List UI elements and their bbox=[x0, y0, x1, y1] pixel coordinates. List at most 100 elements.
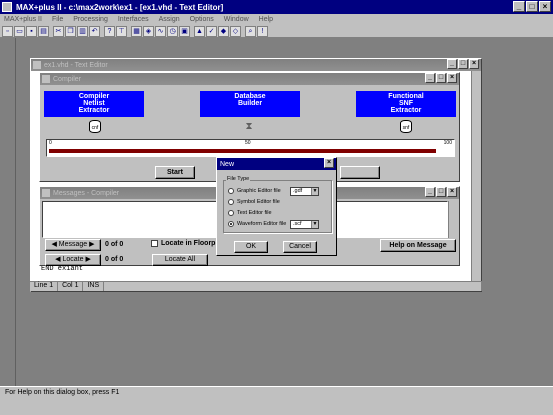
menu-assign[interactable]: Assign bbox=[159, 16, 180, 23]
message-count: 0 of 0 bbox=[105, 241, 124, 248]
editor-minimize-button[interactable]: _ bbox=[447, 59, 457, 69]
floorplan-icon[interactable]: ▦ bbox=[131, 25, 142, 37]
status-bar: For Help on this dialog box, press F1 bbox=[0, 386, 553, 415]
start-button[interactable]: Start bbox=[155, 166, 195, 179]
cnf-file-icon: cnf bbox=[89, 120, 101, 133]
compiler-window-icon[interactable] bbox=[42, 75, 50, 83]
locate-all-button[interactable]: Locate All bbox=[152, 254, 208, 266]
text-editor-radio[interactable] bbox=[228, 210, 234, 216]
toolbar: ▫ ▭ ▪ ▤ ✂ ❐ ▥ ↶ ? ⊤ ▦ ◈ ∿ ◷ ▣ ▲ ✓ ◆ ◇ ⌕ … bbox=[0, 25, 553, 38]
locate-in-floorplan-checkbox[interactable] bbox=[151, 240, 158, 247]
messages-minimize-button[interactable]: _ bbox=[425, 187, 435, 197]
new-icon[interactable]: ▫ bbox=[2, 25, 13, 37]
app-title-bar: MAX+plus II - c:\max2work\ex1 - [ex1.vhd… bbox=[0, 0, 553, 14]
messages-close-button[interactable]: × bbox=[447, 187, 457, 197]
waveform-editor-radio[interactable] bbox=[228, 221, 234, 227]
status-text: For Help on this dialog box, press F1 bbox=[5, 389, 120, 396]
menu-options[interactable]: Options bbox=[190, 16, 214, 23]
progress-min-label: 0 bbox=[49, 140, 52, 146]
col-indicator: Col 1 bbox=[58, 282, 84, 291]
line-indicator: Line 1 bbox=[30, 282, 59, 291]
menu-window[interactable]: Window bbox=[224, 16, 249, 23]
simulator-icon[interactable]: ∿ bbox=[155, 25, 166, 37]
save-compile-icon[interactable]: ◆ bbox=[218, 25, 229, 37]
locate-count: 0 of 0 bbox=[105, 256, 124, 263]
help-icon[interactable]: ? bbox=[104, 25, 115, 37]
left-pane bbox=[0, 38, 16, 386]
new-dialog-title: New bbox=[220, 160, 235, 168]
editor-horizontal-scrollbar[interactable] bbox=[104, 282, 482, 291]
project-icon[interactable]: ▲ bbox=[194, 25, 205, 37]
menu-interfaces[interactable]: Interfaces bbox=[118, 16, 149, 23]
ok-button[interactable]: OK bbox=[234, 241, 268, 253]
dialog-close-button[interactable]: × bbox=[324, 158, 334, 168]
waveform-ext-select[interactable]: .scf ▼ bbox=[290, 220, 319, 229]
warning-icon[interactable]: ! bbox=[257, 25, 268, 37]
save-simulate-icon[interactable]: ◇ bbox=[230, 25, 241, 37]
graphic-editor-radio[interactable] bbox=[228, 188, 234, 194]
text-editor-title: ex1.vhd - Text Editor bbox=[44, 61, 108, 69]
help-on-message-button[interactable]: Help on Message bbox=[380, 239, 456, 252]
text-editor-title-bar: ex1.vhd - Text Editor _ □ × bbox=[31, 59, 481, 71]
locate-nav-button[interactable]: ◀ Locate ▶ bbox=[45, 254, 101, 266]
cancel-button[interactable]: Cancel bbox=[283, 241, 317, 253]
save-icon[interactable]: ▪ bbox=[26, 25, 37, 37]
close-button[interactable]: × bbox=[539, 1, 551, 12]
timing-icon[interactable]: ◷ bbox=[167, 25, 178, 37]
insert-mode-indicator: INS bbox=[83, 282, 105, 291]
progress-max-label: 100 bbox=[443, 140, 452, 146]
hierarchy-icon[interactable]: ⊤ bbox=[116, 25, 127, 37]
menu-bar: MAX+plus II File Processing Interfaces A… bbox=[0, 14, 553, 25]
messages-title: Messages - Compiler bbox=[53, 189, 120, 197]
undo-icon[interactable]: ↶ bbox=[89, 25, 100, 37]
paste-icon[interactable]: ▥ bbox=[77, 25, 88, 37]
save-check-icon[interactable]: ✓ bbox=[206, 25, 217, 37]
find-icon[interactable]: ⌕ bbox=[245, 25, 256, 37]
editor-text[interactable]: END ex1ant bbox=[41, 265, 83, 273]
programmer-icon[interactable]: ▣ bbox=[179, 25, 190, 37]
symbol-editor-radio[interactable] bbox=[228, 199, 234, 205]
progress-fill bbox=[49, 149, 436, 153]
compiler-icon[interactable]: ◈ bbox=[143, 25, 154, 37]
snf-file-icon: snf bbox=[400, 120, 412, 133]
compiler-close-button[interactable]: × bbox=[447, 73, 457, 83]
symbol-editor-option[interactable]: Symbol Editor file bbox=[228, 199, 280, 205]
text-editor-option[interactable]: Text Editor file bbox=[228, 210, 272, 216]
editor-status-bar: Line 1 Col 1 INS bbox=[30, 281, 482, 291]
menu-processing[interactable]: Processing bbox=[73, 16, 108, 23]
text-editor-icon[interactable] bbox=[33, 61, 41, 69]
editor-close-button[interactable]: × bbox=[469, 59, 479, 69]
messages-maximize-button[interactable]: □ bbox=[436, 187, 446, 197]
app-window-controls: _ □ × bbox=[513, 1, 551, 12]
cut-icon[interactable]: ✂ bbox=[53, 25, 64, 37]
messages-controls: _ □ × bbox=[425, 187, 457, 197]
compiler-maximize-button[interactable]: □ bbox=[436, 73, 446, 83]
copy-icon[interactable]: ❐ bbox=[65, 25, 76, 37]
editor-vertical-scrollbar[interactable] bbox=[471, 71, 481, 281]
locate-in-floorplan-option[interactable]: Locate in Floorplan bbox=[151, 240, 226, 247]
messages-window-icon[interactable] bbox=[42, 189, 50, 197]
compiler-title-bar: Compiler _ □ × bbox=[40, 73, 459, 85]
messages-scrollbar[interactable] bbox=[448, 201, 459, 238]
maximize-button[interactable]: □ bbox=[526, 1, 538, 12]
menu-help[interactable]: Help bbox=[259, 16, 273, 23]
compile-progress-bar: 0 50 100 bbox=[46, 139, 455, 157]
editor-maximize-button[interactable]: □ bbox=[458, 59, 468, 69]
menu-file[interactable]: File bbox=[52, 16, 63, 23]
compiler-minimize-button[interactable]: _ bbox=[425, 73, 435, 83]
waveform-editor-option[interactable]: Waveform Editor file bbox=[228, 221, 286, 227]
app-icon[interactable] bbox=[2, 2, 12, 12]
minimize-button[interactable]: _ bbox=[513, 1, 525, 12]
print-icon[interactable]: ▤ bbox=[38, 25, 49, 37]
chevron-down-icon[interactable]: ▼ bbox=[311, 188, 318, 195]
functional-snf-extractor-module: Functional SNF Extractor bbox=[356, 91, 456, 117]
open-icon[interactable]: ▭ bbox=[14, 25, 25, 37]
message-nav-button[interactable]: ◀ Message ▶ bbox=[45, 239, 101, 251]
graphic-editor-option[interactable]: Graphic Editor file bbox=[228, 188, 281, 194]
menu-maxplus[interactable]: MAX+plus II bbox=[4, 16, 42, 23]
stop-button[interactable] bbox=[340, 166, 380, 179]
compiler-controls: _ □ × bbox=[425, 73, 457, 83]
chevron-down-icon[interactable]: ▼ bbox=[311, 221, 318, 228]
text-editor-controls: _ □ × bbox=[447, 59, 479, 69]
graphic-ext-select[interactable]: .gdf ▼ bbox=[290, 187, 319, 196]
